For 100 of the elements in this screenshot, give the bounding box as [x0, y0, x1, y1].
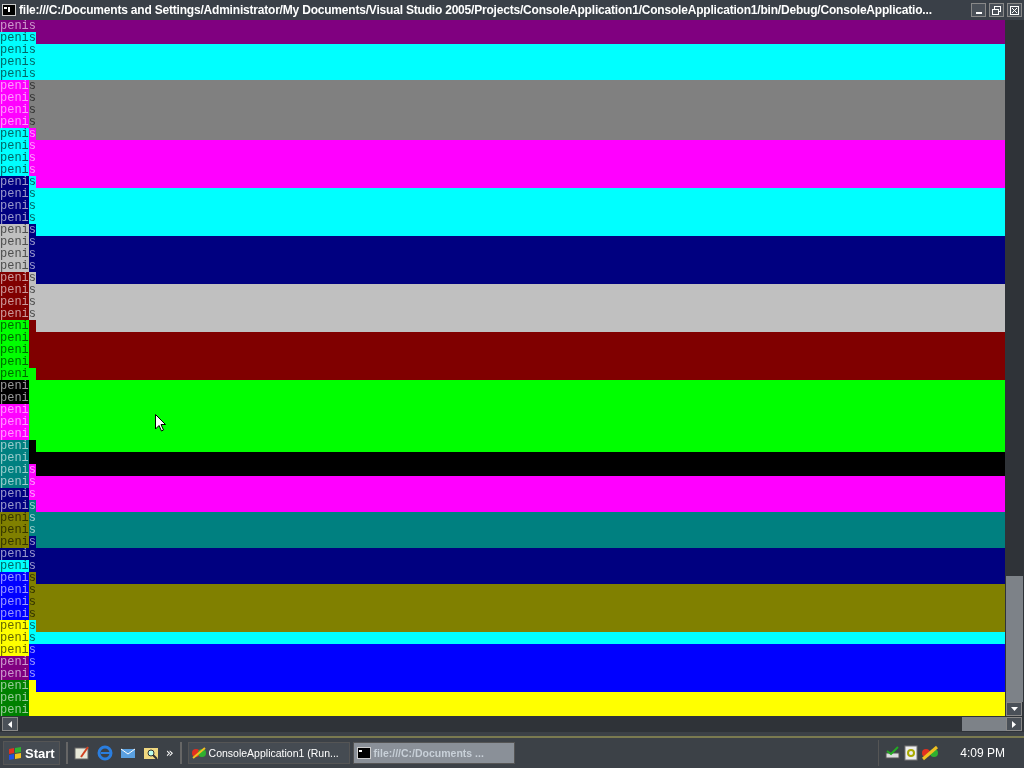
console-text: peni [0, 632, 29, 644]
console-text: peni [0, 236, 29, 248]
console-text: peni [0, 392, 29, 404]
console-text: peni [0, 608, 29, 620]
console-text: peni [0, 176, 29, 188]
console-text: s [28, 92, 36, 104]
console-text: s [28, 656, 36, 668]
console-text: peni [0, 464, 29, 476]
console-text: peni [0, 152, 29, 164]
console-text: peni [0, 596, 29, 608]
console-text: peni [0, 524, 29, 536]
console-text: s [28, 668, 36, 680]
console-text: penis [0, 44, 36, 56]
console-text: peni [0, 500, 29, 512]
console-text: penis [0, 32, 36, 44]
console-text: peni [0, 164, 29, 176]
console-text: s [28, 272, 36, 284]
clock: 4:09 PM [960, 746, 1005, 760]
console-text: peni [0, 260, 29, 272]
console-text: peni [0, 428, 29, 440]
console-text: peni [0, 332, 29, 344]
console-text: peni [0, 308, 29, 320]
more-button[interactable]: » [165, 746, 174, 760]
console-text: peni [0, 536, 29, 548]
console-text: peni [0, 512, 29, 524]
console-text: peni [0, 356, 29, 368]
console-text: s [28, 596, 36, 608]
console-text: s [28, 512, 36, 524]
console-text: s [28, 188, 36, 200]
console-text: s [28, 200, 36, 212]
taskbar-button[interactable]: ConsoleApplication1 (Run... [187, 742, 350, 764]
console-text: peni [0, 188, 29, 200]
console-text: peni [0, 704, 29, 716]
console-text: s [28, 116, 36, 128]
console-text: s [28, 620, 36, 632]
console-text: s [28, 608, 36, 620]
console-text: s [28, 488, 36, 500]
console-text: peni [0, 560, 29, 572]
console-text: peni [0, 548, 29, 560]
console-text: peni [0, 212, 29, 224]
console-text: s [28, 212, 36, 224]
console-text: s [28, 104, 36, 116]
console-text: s [28, 152, 36, 164]
console-text: peni [0, 320, 29, 332]
console-text: s [28, 464, 36, 476]
console-text: s [28, 248, 36, 260]
console-text: peni [0, 584, 29, 596]
console-text: s [28, 584, 36, 596]
console-text: s [28, 176, 36, 188]
console-text: peni [0, 692, 29, 704]
console-text: s [28, 308, 36, 320]
console-text: s [28, 560, 36, 572]
console-text: s [28, 524, 36, 536]
console-text: peni [0, 680, 29, 692]
console-text: s [28, 644, 36, 656]
console-text: s [28, 224, 36, 236]
console-text: penis [0, 56, 36, 68]
console-text: s [28, 260, 36, 272]
console-text: peni [0, 344, 29, 356]
console-text: peni [0, 404, 29, 416]
console-text: peni [0, 284, 29, 296]
console-text: peni [0, 272, 29, 284]
console-text: s [28, 500, 36, 512]
console-text: peni [0, 200, 29, 212]
console-text: s [28, 632, 36, 644]
console-text: s [28, 548, 36, 560]
console-text: peni [0, 224, 29, 236]
console-text: s [28, 164, 36, 176]
console-text: peni [0, 80, 29, 92]
console-text: s [28, 140, 36, 152]
console-text: peni [0, 380, 29, 392]
console-text: peni [0, 668, 29, 680]
console-text: s [28, 536, 36, 548]
console-text: s [28, 80, 36, 92]
console-text: s [28, 284, 36, 296]
console-text: penis [0, 20, 36, 32]
console-text: peni [0, 248, 29, 260]
console-text: s [28, 572, 36, 584]
console-text: peni [0, 140, 29, 152]
console-text: s [28, 128, 36, 140]
console-text: peni [0, 452, 29, 464]
console-text: peni [0, 296, 29, 308]
console-text: peni [0, 368, 29, 380]
console-text: peni [0, 644, 29, 656]
console-text: peni [0, 92, 29, 104]
console-text: s [28, 236, 36, 248]
console-text: peni [0, 620, 29, 632]
console-text: peni [0, 104, 29, 116]
console-text: peni [0, 656, 29, 668]
console-text: peni [0, 488, 29, 500]
console-text: s [28, 476, 36, 488]
start-button[interactable]: Start [3, 741, 60, 765]
window-title: file:///C:/Documents and Settings/Administrator/My Documents/Visual Studio 2005/Projects/ConsoleApplication1/ConsoleApplication1/bin/Debug/ConsoleApplicatio... [19, 3, 933, 17]
console-text: penis [0, 68, 36, 80]
console-text: peni [0, 476, 29, 488]
console-text: peni [0, 440, 29, 452]
console-text: peni [0, 416, 29, 428]
console-text: peni [0, 128, 29, 140]
console-text: s [28, 296, 36, 308]
console-text: peni [0, 572, 29, 584]
